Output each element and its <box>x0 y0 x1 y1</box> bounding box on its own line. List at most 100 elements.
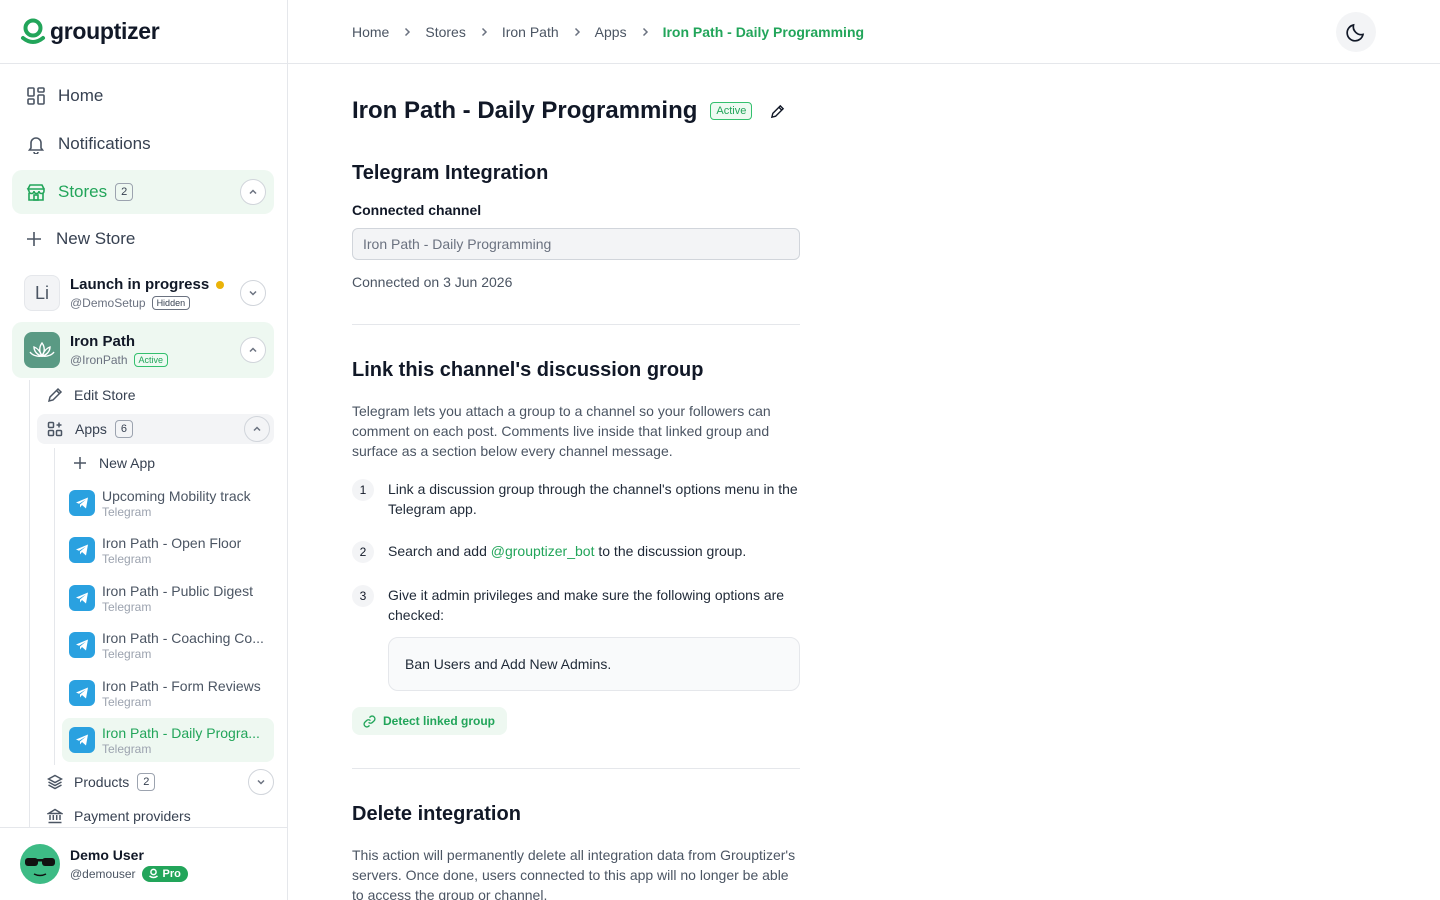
sidebar-item-notifications[interactable]: Notifications <box>12 122 274 166</box>
bot-link[interactable]: @grouptizer_bot <box>491 543 595 559</box>
store-expand-button[interactable] <box>240 280 266 306</box>
sidebar-item-label: Home <box>58 86 104 105</box>
breadcrumb-store[interactable]: Iron Path <box>502 24 559 40</box>
sub-item-label: New App <box>99 455 156 471</box>
chevron-right-icon <box>478 26 490 38</box>
avatar <box>20 844 60 884</box>
lotus-logo-icon <box>24 332 60 368</box>
layers-icon <box>46 773 64 791</box>
sidebar: grouptizer Home Notifications Stores 2 N… <box>0 0 288 900</box>
store-name: Launch in progress <box>70 276 210 293</box>
plus-icon <box>24 229 44 249</box>
bell-icon <box>26 134 46 154</box>
tree-line <box>29 380 30 827</box>
tree-line <box>54 448 55 765</box>
theme-toggle-button[interactable] <box>1336 12 1376 52</box>
store-avatar: Li <box>24 275 60 311</box>
bank-icon <box>46 807 64 825</box>
telegram-icon <box>69 632 95 658</box>
divider <box>352 324 800 325</box>
status-badge: Active <box>133 353 169 367</box>
step-number: 3 <box>352 585 374 607</box>
sidebar-item-products[interactable]: Products 2 <box>46 767 274 797</box>
sub-item-label: Apps <box>75 421 107 437</box>
app-name: Iron Path - Coaching Co... <box>102 629 264 646</box>
app-type: Telegram <box>102 741 152 756</box>
logo[interactable]: grouptizer <box>0 0 287 64</box>
new-app-button[interactable]: New App <box>71 448 155 478</box>
topbar: Home Stores Iron Path Apps Iron Path - D… <box>288 0 1440 64</box>
connected-date: Connected on 3 Jun 2026 <box>352 274 513 290</box>
connected-channel-input <box>352 228 800 260</box>
store-handle: @IronPath <box>70 353 128 367</box>
telegram-icon <box>69 490 95 516</box>
store-name: Iron Path <box>70 333 136 350</box>
store-collapse-button[interactable] <box>240 337 266 363</box>
app-type: Telegram <box>102 694 152 709</box>
sub-item-label: Edit Store <box>74 387 136 403</box>
telegram-integration-title: Telegram Integration <box>352 162 549 184</box>
pending-dot-icon <box>216 280 225 289</box>
sidebar-item-payment-providers[interactable]: Payment providers <box>46 801 191 827</box>
step-3: 3 Give it admin privileges and make sure… <box>352 585 800 625</box>
moon-icon <box>1346 23 1365 42</box>
chevron-right-icon <box>401 26 413 38</box>
chevron-down-icon <box>257 779 265 785</box>
store-item-iron-path[interactable]: Iron Path @IronPath Active <box>12 322 274 378</box>
store-handle: @DemoSetup <box>70 296 146 310</box>
breadcrumb-home[interactable]: Home <box>352 24 389 40</box>
grouptizer-logo-icon <box>20 18 46 46</box>
app-name: Iron Path - Open Floor <box>102 534 242 551</box>
stores-collapse-button[interactable] <box>240 179 266 205</box>
breadcrumb-stores[interactable]: Stores <box>425 24 465 40</box>
breadcrumb-apps[interactable]: Apps <box>595 24 627 40</box>
status-badge: Active <box>710 102 753 120</box>
chevron-up-icon <box>249 189 257 195</box>
sub-item-label: Products <box>74 774 130 790</box>
telegram-icon <box>69 727 95 753</box>
sidebar-item-home[interactable]: Home <box>12 74 274 118</box>
app-item[interactable]: Iron Path - Public Digest Telegram <box>62 576 274 620</box>
divider <box>352 768 800 769</box>
breadcrumb: Home Stores Iron Path Apps Iron Path - D… <box>352 24 864 40</box>
link-icon <box>363 714 376 728</box>
pencil-icon <box>771 104 785 118</box>
stores-count-badge: 2 <box>115 183 134 201</box>
step-1: 1 Link a discussion group through the ch… <box>352 479 800 519</box>
apps-collapse-button[interactable] <box>244 416 270 442</box>
store-item-launch[interactable]: Li Launch in progress @DemoSetup Hidden <box>12 265 274 321</box>
step-2: 2 Search and add @grouptizer_bot to the … <box>352 541 800 563</box>
step-text: Give it admin privileges and make sure t… <box>388 587 785 623</box>
pencil-icon <box>46 386 64 404</box>
app-item[interactable]: Upcoming Mobility track Telegram <box>62 481 274 525</box>
dashboard-icon <box>26 86 46 106</box>
app-type: Telegram <box>102 504 152 519</box>
app-item[interactable]: Iron Path - Coaching Co... Telegram <box>62 623 274 667</box>
app-item-active[interactable]: Iron Path - Daily Progra... Telegram <box>62 718 274 762</box>
products-expand-button[interactable] <box>248 769 274 795</box>
products-count-badge: 2 <box>137 773 156 791</box>
sidebar-item-apps[interactable]: Apps 6 <box>37 414 274 444</box>
sidebar-nav: Home Notifications Stores 2 New Store Li… <box>0 64 287 827</box>
app-item[interactable]: Iron Path - Form Reviews Telegram <box>62 671 274 715</box>
sidebar-item-stores[interactable]: Stores 2 <box>12 170 274 214</box>
telegram-icon <box>69 680 95 706</box>
edit-store-link[interactable]: Edit Store <box>46 380 135 410</box>
user-handle: @demouser <box>70 866 136 881</box>
app-name: Iron Path - Daily Progra... <box>102 724 260 741</box>
app-type: Telegram <box>102 646 152 661</box>
sub-item-label: Payment providers <box>74 808 191 824</box>
status-badge: Hidden <box>151 296 191 310</box>
step-number: 2 <box>352 541 374 563</box>
store-icon <box>26 182 46 202</box>
new-store-button[interactable]: New Store <box>12 217 274 261</box>
page-title: Iron Path - Daily Programming Active <box>352 97 785 125</box>
app-item[interactable]: Iron Path - Open Floor Telegram <box>62 528 274 572</box>
chevron-right-icon <box>639 26 651 38</box>
detect-linked-group-button[interactable]: Detect linked group <box>352 707 508 735</box>
user-profile[interactable]: Demo User @demouser Pro <box>0 827 287 900</box>
edit-title-button[interactable] <box>770 104 785 119</box>
plus-icon <box>71 454 89 472</box>
step-text: Search and add @grouptizer_bot to the di… <box>388 543 747 559</box>
pro-badge: Pro <box>141 865 188 882</box>
